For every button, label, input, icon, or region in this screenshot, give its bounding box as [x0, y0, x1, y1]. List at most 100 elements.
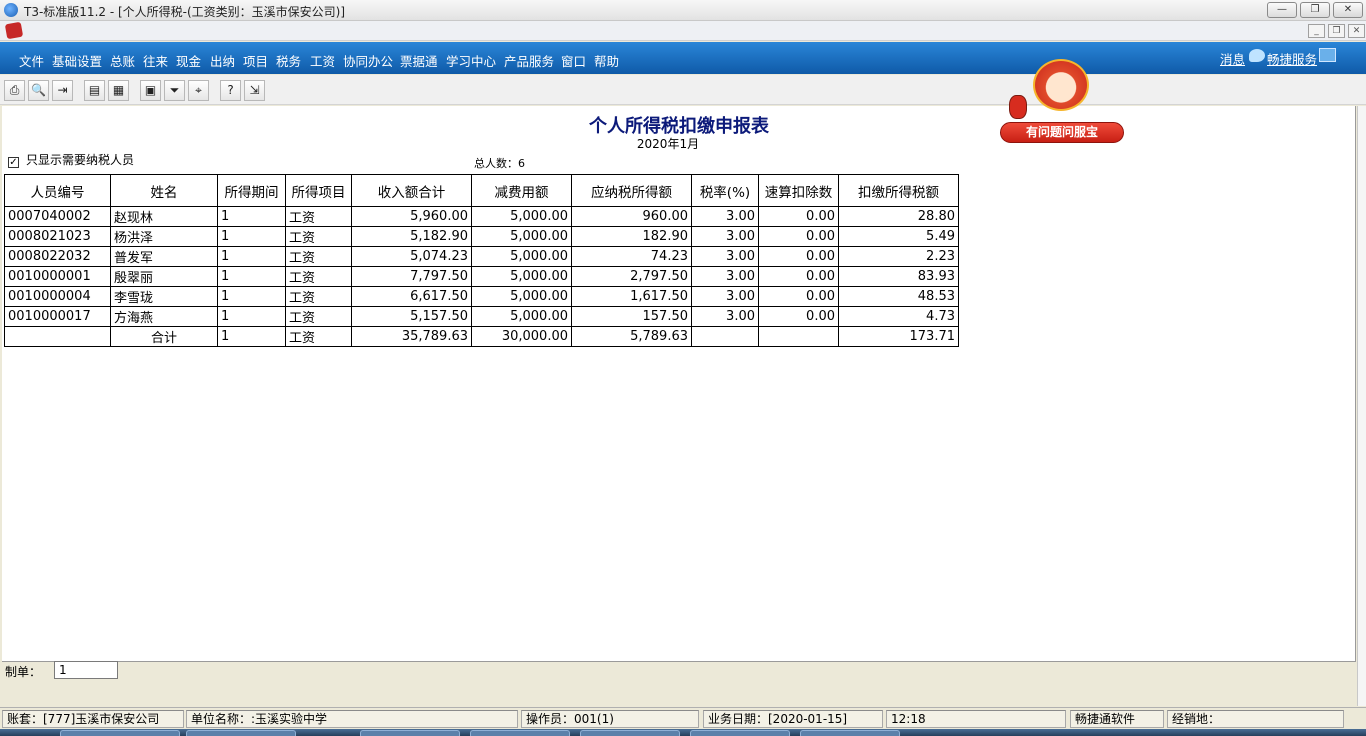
col-name[interactable]: 姓名: [110, 174, 218, 207]
cell-withheld-tax[interactable]: 83.93: [838, 266, 959, 287]
child-restore-button[interactable]: ❐: [1328, 24, 1345, 38]
cell-taxable-income[interactable]: 74.23: [571, 246, 692, 267]
chat-icon[interactable]: [1249, 49, 1265, 62]
filter-checkbox[interactable]: ✓: [8, 157, 19, 168]
cell-period[interactable]: 1: [217, 246, 286, 267]
cell-income-type[interactable]: 工资: [285, 206, 352, 227]
menu-tax[interactable]: 税务: [276, 51, 301, 70]
cell-quick-deduction[interactable]: 0.00: [758, 226, 839, 247]
cell-employee-id[interactable]: 0007040002: [4, 206, 111, 227]
minimize-button[interactable]: —: [1267, 2, 1297, 18]
total-taxable-income[interactable]: 5,789.63: [571, 326, 692, 347]
col-period[interactable]: 所得期间: [217, 174, 286, 207]
menu-invoice[interactable]: 票据通: [400, 51, 438, 70]
cell-taxable-income[interactable]: 157.50: [571, 306, 692, 327]
service-icon[interactable]: [1319, 48, 1336, 62]
cell-taxable-income[interactable]: 2,797.50: [571, 266, 692, 287]
cell-withheld-tax[interactable]: 28.80: [838, 206, 959, 227]
taskbar-button[interactable]: [690, 730, 790, 736]
cell-taxable-income[interactable]: 1,617.50: [571, 286, 692, 307]
cell-period[interactable]: 1: [217, 226, 286, 247]
cell-income-total[interactable]: 5,157.50: [351, 306, 472, 327]
grid-icon[interactable]: ▦: [108, 80, 129, 101]
cell-income-type[interactable]: 工资: [285, 266, 352, 287]
col-quick-deduction[interactable]: 速算扣除数: [758, 174, 839, 207]
cell-period[interactable]: 1: [217, 306, 286, 327]
cell-tax-rate[interactable]: 3.00: [691, 286, 759, 307]
cell-quick-deduction[interactable]: 0.00: [758, 246, 839, 267]
cell-employee-id[interactable]: 0010000001: [4, 266, 111, 287]
format-icon[interactable]: ▣: [140, 80, 161, 101]
menu-payroll[interactable]: 工资: [310, 51, 335, 70]
total-deduction[interactable]: 30,000.00: [471, 326, 572, 347]
menu-collaboration[interactable]: 协同办公: [343, 51, 393, 70]
cell-income-total[interactable]: 7,797.50: [351, 266, 472, 287]
col-deduction[interactable]: 减费用额: [471, 174, 572, 207]
total-income-type[interactable]: 工资: [285, 326, 352, 347]
taskbar-button[interactable]: [60, 730, 180, 736]
cell-name[interactable]: 普发军: [110, 246, 218, 267]
table-row[interactable]: 0010000004 李雪珑 1 工资 6,617.50 5,000.00 1,…: [4, 286, 959, 307]
col-income-type[interactable]: 所得项目: [285, 174, 352, 207]
col-employee-id[interactable]: 人员编号: [4, 174, 111, 207]
taskbar-button[interactable]: [186, 730, 296, 736]
cell-deduction[interactable]: 5,000.00: [471, 246, 572, 267]
col-taxable-income[interactable]: 应纳税所得额: [571, 174, 692, 207]
cell-period[interactable]: 1: [217, 206, 286, 227]
cell-income-type[interactable]: 工资: [285, 286, 352, 307]
cell-withheld-tax[interactable]: 4.73: [838, 306, 959, 327]
cell-withheld-tax[interactable]: 2.23: [838, 246, 959, 267]
cell-employee-id[interactable]: 0008021023: [4, 226, 111, 247]
print-icon[interactable]: ⎙: [4, 80, 25, 101]
cell-taxable-income[interactable]: 182.90: [571, 226, 692, 247]
maker-input[interactable]: 1: [54, 661, 118, 679]
document-icon[interactable]: [4, 21, 24, 40]
cell-income-type[interactable]: 工资: [285, 246, 352, 267]
assistant-mascot[interactable]: 有问题问服宝: [1000, 55, 1124, 145]
col-withheld-tax[interactable]: 扣缴所得税额: [838, 174, 959, 207]
menu-products[interactable]: 产品服务: [504, 51, 554, 70]
total-employee-id[interactable]: [4, 326, 111, 347]
taskbar-button[interactable]: [580, 730, 680, 736]
total-label[interactable]: 合计: [110, 326, 218, 347]
table-row[interactable]: 0008022032 普发军 1 工资 5,074.23 5,000.00 74…: [4, 246, 959, 267]
cell-employee-id[interactable]: 0010000017: [4, 306, 111, 327]
menu-general-ledger[interactable]: 总账: [110, 51, 135, 70]
menu-file[interactable]: 文件: [19, 51, 44, 70]
cell-withheld-tax[interactable]: 48.53: [838, 286, 959, 307]
cell-quick-deduction[interactable]: 0.00: [758, 266, 839, 287]
total-income[interactable]: 35,789.63: [351, 326, 472, 347]
preview-icon[interactable]: 🔍: [28, 80, 49, 101]
total-tax-rate[interactable]: [691, 326, 759, 347]
cell-quick-deduction[interactable]: 0.00: [758, 306, 839, 327]
table-row[interactable]: 0008021023 杨洪泽 1 工资 5,182.90 5,000.00 18…: [4, 226, 959, 247]
menu-cash[interactable]: 现金: [176, 51, 201, 70]
menu-learning[interactable]: 学习中心: [446, 51, 496, 70]
cell-period[interactable]: 1: [217, 266, 286, 287]
total-quick-deduction[interactable]: [758, 326, 839, 347]
menu-cashier[interactable]: 出纳: [210, 51, 235, 70]
cell-withheld-tax[interactable]: 5.49: [838, 226, 959, 247]
cell-tax-rate[interactable]: 3.00: [691, 246, 759, 267]
table-row[interactable]: 0010000001 殷翠丽 1 工资 7,797.50 5,000.00 2,…: [4, 266, 959, 287]
cell-income-total[interactable]: 6,617.50: [351, 286, 472, 307]
cell-deduction[interactable]: 5,000.00: [471, 266, 572, 287]
service-link[interactable]: 畅捷服务: [1267, 49, 1317, 68]
locate-icon[interactable]: ⌖: [188, 80, 209, 101]
export-icon[interactable]: ⇥: [52, 80, 73, 101]
vertical-scrollbar[interactable]: [1357, 106, 1366, 706]
cell-quick-deduction[interactable]: 0.00: [758, 206, 839, 227]
cell-name[interactable]: 赵现林: [110, 206, 218, 227]
total-row[interactable]: 合计 1 工资 35,789.63 30,000.00 5,789.63 173…: [4, 326, 959, 347]
taskbar-button[interactable]: [360, 730, 460, 736]
cell-name[interactable]: 方海燕: [110, 306, 218, 327]
cell-tax-rate[interactable]: 3.00: [691, 206, 759, 227]
cell-deduction[interactable]: 5,000.00: [471, 206, 572, 227]
child-minimize-button[interactable]: _: [1308, 24, 1325, 38]
cell-name[interactable]: 殷翠丽: [110, 266, 218, 287]
cell-income-type[interactable]: 工资: [285, 226, 352, 247]
col-income-total[interactable]: 收入额合计: [351, 174, 472, 207]
menu-basic-settings[interactable]: 基础设置: [52, 51, 102, 70]
cell-tax-rate[interactable]: 3.00: [691, 226, 759, 247]
column-icon[interactable]: ▤: [84, 80, 105, 101]
